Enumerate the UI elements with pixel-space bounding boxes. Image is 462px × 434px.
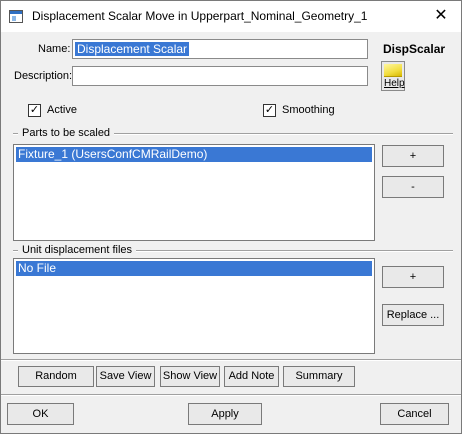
help-label: Help <box>384 78 405 89</box>
description-field[interactable] <box>72 66 368 86</box>
add-file-button[interactable]: + <box>382 266 444 288</box>
list-item[interactable]: Fixture_1 (UsersConfCMRailDemo) <box>16 147 372 162</box>
title-bar[interactable]: Displacement Scalar Move in Upperpart_No… <box>1 1 461 32</box>
panel-header: DispScalar <box>383 42 446 56</box>
add-part-button[interactable]: + <box>382 145 444 167</box>
summary-button[interactable]: Summary <box>283 366 355 387</box>
active-label: Active <box>47 104 77 116</box>
separator <box>1 359 461 361</box>
close-button[interactable]: ✕ <box>421 1 461 32</box>
close-icon: ✕ <box>434 7 448 24</box>
description-label: Description: <box>14 70 73 82</box>
window-icon <box>9 10 23 23</box>
help-book-icon <box>384 64 402 77</box>
dialog-body: Name: Displacement Scalar DispScalar Des… <box>1 32 461 433</box>
window-title: Displacement Scalar Move in Upperpart_No… <box>32 9 368 23</box>
active-check-icon: ✓ <box>28 104 41 117</box>
show-view-button[interactable]: Show View <box>160 366 220 387</box>
smoothing-label: Smoothing <box>282 104 335 116</box>
ok-button[interactable]: OK <box>7 403 74 425</box>
cancel-button[interactable]: Cancel <box>380 403 449 425</box>
add-note-button[interactable]: Add Note <box>224 366 279 387</box>
name-field[interactable]: Displacement Scalar <box>72 39 368 59</box>
help-button[interactable]: Help <box>381 61 405 91</box>
name-label: Name: <box>38 43 71 55</box>
smoothing-check-icon: ✓ <box>263 104 276 117</box>
files-group-label: Unit displacement files <box>18 244 137 256</box>
apply-button[interactable]: Apply <box>188 403 262 425</box>
list-item[interactable]: No File <box>16 261 372 276</box>
files-list[interactable]: No File <box>13 258 375 354</box>
save-view-button[interactable]: Save View <box>96 366 155 387</box>
remove-part-button[interactable]: - <box>382 176 444 198</box>
parts-list[interactable]: Fixture_1 (UsersConfCMRailDemo) <box>13 144 375 241</box>
replace-file-button[interactable]: Replace ... <box>382 304 444 326</box>
dialog-window: Displacement Scalar Move in Upperpart_No… <box>0 0 462 434</box>
random-button[interactable]: Random <box>18 366 94 387</box>
separator <box>1 394 461 396</box>
name-field-value: Displacement Scalar <box>75 42 190 56</box>
parts-group-label: Parts to be scaled <box>18 127 115 139</box>
